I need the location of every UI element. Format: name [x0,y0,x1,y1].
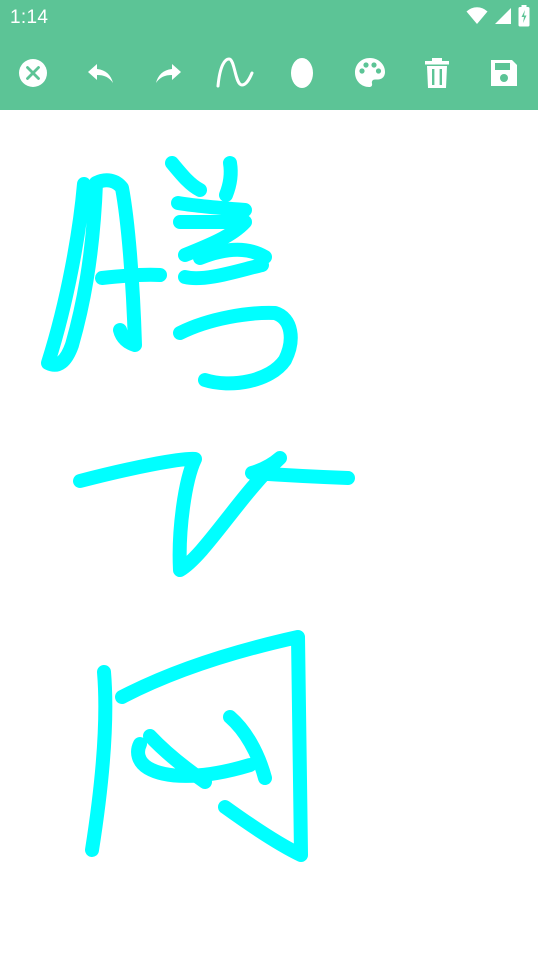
save-button[interactable] [484,53,524,93]
signal-icon [494,7,512,30]
battery-icon [518,4,530,32]
status-time: 1:14 [10,7,49,28]
wifi-icon [466,6,488,30]
undo-button[interactable] [81,53,121,93]
color-palette-button[interactable] [350,53,390,93]
trash-icon [425,58,449,88]
redo-button[interactable] [148,53,188,93]
status-bar: 1:14 [0,0,538,36]
close-icon [19,59,47,87]
brush-size-button[interactable] [282,53,322,93]
status-icons [466,4,530,32]
palette-icon [355,58,385,87]
ellipse-icon [291,58,313,88]
brush-style-button[interactable] [215,53,255,93]
redo-icon [156,64,181,83]
drawing-canvas[interactable] [0,110,538,956]
toolbar [0,36,538,110]
save-icon [491,60,517,86]
drawing-screen: 1:14 [0,0,538,956]
clear-button[interactable] [417,53,457,93]
undo-icon [88,64,113,83]
handwriting-strokes [41,156,355,862]
close-button[interactable] [13,53,53,93]
curve-icon [216,57,254,88]
